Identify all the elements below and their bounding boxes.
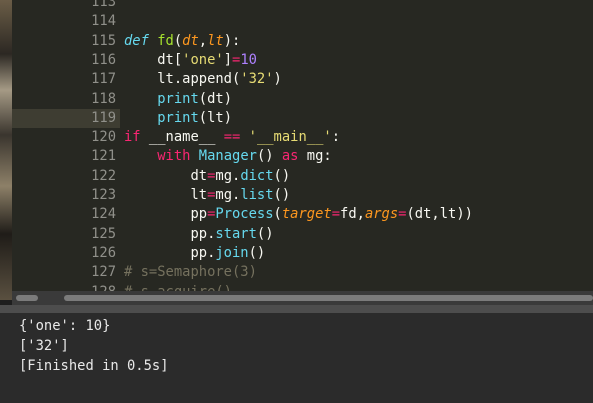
scrollbar-thumb[interactable] <box>64 295 593 301</box>
code-token: () <box>256 225 274 242</box>
code-token: Process <box>215 206 274 223</box>
code-line[interactable]: if __name__ == '__main__': <box>124 128 340 147</box>
code-line[interactable]: lt.append('32') <box>124 70 282 89</box>
code-token: (lt) <box>198 109 233 126</box>
line-number: 113 <box>91 0 116 10</box>
code-line[interactable]: dt['one']=10 <box>124 51 257 70</box>
line-number: 119 <box>91 109 116 126</box>
code-token: , <box>198 32 208 49</box>
code-token: mg: <box>298 148 332 165</box>
code-token: # s.acquire() <box>124 284 232 292</box>
code-token: fd <box>148 32 174 49</box>
code-token: '__main__' <box>248 129 332 146</box>
code-token: fd, <box>340 206 365 223</box>
code-token: () <box>273 187 291 203</box>
panel-divider[interactable] <box>0 305 593 313</box>
code-token: lt.append( <box>124 71 241 88</box>
scrollbar-left-thumb[interactable] <box>16 295 38 301</box>
code-line[interactable]: with Manager() as mg: <box>124 147 332 166</box>
code-line[interactable]: dt=mg.dict() <box>124 167 290 186</box>
line-number: 120 <box>91 129 116 146</box>
code-token: list <box>240 187 274 203</box>
code-token: def <box>124 32 149 49</box>
code-token: 10 <box>240 51 257 68</box>
line-number: 126 <box>91 244 116 261</box>
line-number: 118 <box>91 90 116 107</box>
build-output-panel: {'one': 10} ['32'] [Finished in 0.5s] <box>0 313 593 403</box>
code-token: print <box>157 109 199 126</box>
horizontal-scrollbar[interactable] <box>12 291 593 305</box>
code-line[interactable]: pp.start() <box>124 225 274 244</box>
code-token: dict <box>240 167 274 184</box>
code-token: print <box>157 90 199 107</box>
code-token: Manager <box>198 148 257 165</box>
code-token: (dt) <box>198 90 233 107</box>
code-token: target <box>281 206 332 223</box>
code-token: pp. <box>124 225 216 242</box>
output-line: [Finished in 0.5s] <box>19 358 169 374</box>
code-line[interactable]: # s=Semaphore(3) <box>124 263 257 282</box>
code-line[interactable]: pp.join() <box>124 244 265 263</box>
code-token: if <box>124 129 141 146</box>
line-number: 116 <box>91 51 116 68</box>
line-number: 122 <box>91 167 116 184</box>
code-token: ( <box>173 32 183 49</box>
code-token: as <box>281 148 299 165</box>
code-line[interactable]: print(lt) <box>124 109 232 128</box>
code-line[interactable]: pp=Process(target=fd,args=(dt,lt)) <box>124 205 473 224</box>
code-token: join <box>215 244 249 261</box>
code-token: args <box>364 206 399 223</box>
output-line: {'one': 10} <box>19 318 111 334</box>
code-token: pp. <box>124 244 216 261</box>
line-number: 127 <box>91 264 116 281</box>
code-token: mg. <box>215 187 241 203</box>
code-token: # s=Semaphore(3) <box>124 264 257 281</box>
code-token: mg. <box>215 167 241 184</box>
code-token: dt <box>182 32 199 49</box>
code-token: dt <box>124 167 208 184</box>
line-number: 115 <box>91 32 116 49</box>
code-token: __name__ <box>140 129 224 146</box>
code-token: ( <box>273 206 282 223</box>
line-number: 114 <box>91 13 116 30</box>
code-token: ): <box>223 32 241 49</box>
code-token: () <box>256 148 282 165</box>
code-token: () <box>273 167 291 184</box>
line-number: 121 <box>91 148 116 165</box>
code-token: lt <box>207 32 224 49</box>
line-number: 117 <box>91 71 116 88</box>
code-token: start <box>215 225 257 242</box>
code-token: (dt,lt)) <box>406 206 473 223</box>
code-token: dt[ <box>124 51 183 68</box>
code-line[interactable]: lt=mg.list() <box>124 186 290 205</box>
code-token: lt <box>124 187 208 203</box>
line-number: 125 <box>91 225 116 242</box>
code-line[interactable]: print(dt) <box>124 90 232 109</box>
line-number: 123 <box>91 187 116 203</box>
code-token: '32' <box>240 71 274 88</box>
code-token: ] <box>223 51 233 68</box>
line-number: 124 <box>91 206 116 223</box>
code-token: with <box>157 148 191 165</box>
code-token: ) <box>273 71 282 88</box>
code-line[interactable]: def fd(dt,lt): <box>124 32 240 51</box>
line-number: 128 <box>74 283 116 292</box>
code-token: 'one' <box>182 51 224 68</box>
background-photo-edge <box>0 0 12 300</box>
code-token: == <box>223 129 241 146</box>
code-line[interactable]: # s.acquire() <box>124 283 232 292</box>
code-token: = <box>331 206 341 223</box>
code-token: : <box>331 129 341 146</box>
code-token: pp <box>124 206 208 223</box>
code-editor[interactable]: 113 114 115 def fd(dt,lt): 116 dt['one']=10 1… <box>12 0 593 291</box>
code-token: () <box>248 244 266 261</box>
output-line: ['32'] <box>19 338 69 354</box>
